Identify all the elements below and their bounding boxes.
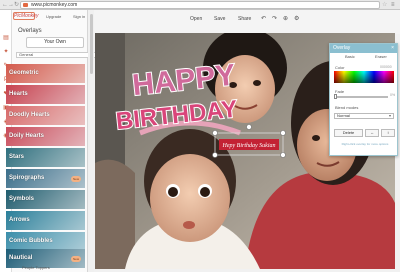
editor-toolbar: Open Save Share ↶ ↷ ⊕ ⚙ (94, 10, 400, 34)
flip-vertical-icon[interactable]: ↕ (381, 129, 395, 137)
share-button[interactable]: Share (238, 14, 251, 24)
upgrade-link[interactable]: Upgrade (46, 14, 61, 19)
save-button[interactable]: Save (214, 14, 225, 24)
tab-eraser[interactable]: Eraser (375, 54, 387, 59)
flip-horizontal-icon[interactable]: ↔ (365, 129, 379, 137)
blend-mode-value: Normal (337, 113, 350, 118)
resize-handle[interactable] (280, 130, 286, 136)
effects-tool-icon[interactable]: ✦ (2, 48, 10, 56)
panel-scrollbar[interactable] (90, 14, 93, 74)
overlay-window-title: Overlay (333, 45, 351, 51)
color-spectrum-picker[interactable] (334, 71, 394, 83)
overlay-category-label: Comic Bubbles (9, 238, 53, 244)
overlay-category-label: Hearts (9, 91, 28, 97)
blend-mode-select[interactable]: Normal ▾ (334, 113, 394, 119)
open-button[interactable]: Open (190, 14, 202, 24)
signin-link[interactable]: Sign in (73, 14, 85, 19)
color-hex-value[interactable]: 000000 (380, 65, 392, 69)
fade-slider-track[interactable] (334, 96, 388, 98)
overlay-category-label: Nautical (9, 255, 33, 261)
your-own-button[interactable]: Your Own (26, 37, 84, 48)
bookmark-star-icon[interactable]: ☆ (382, 1, 387, 9)
undo-icon[interactable]: ↶ (261, 14, 266, 24)
overlay-category-symbols[interactable]: Symbols (6, 190, 85, 209)
overlay-category-stars[interactable]: Stars (6, 148, 85, 167)
overlay-category-hearts[interactable]: Hearts (6, 85, 85, 104)
browser-menu-icon[interactable]: ≡ (391, 1, 395, 9)
settings-icon[interactable]: ⚙ (294, 14, 299, 24)
overlay-category-label: Doodly Hearts (9, 112, 50, 118)
panel-title: Overlays (18, 28, 42, 34)
reload-icon[interactable]: ↻ (14, 1, 19, 9)
people-toppers-label[interactable]: People Toppers (22, 265, 50, 270)
new-badge: New (71, 256, 81, 262)
resize-handle[interactable] (212, 152, 218, 158)
picmonkey-logo[interactable]: PicMonkey (13, 12, 38, 20)
color-label: Color (335, 65, 345, 70)
banner-text: Hepy Birthday Sukian (222, 143, 276, 149)
overlay-category-geometric[interactable]: Geometric (6, 64, 85, 83)
overlay-category-label: Symbols (9, 196, 35, 202)
crop-tool-icon[interactable]: ▤ (2, 34, 10, 42)
overlay-category-label: Spirographs (9, 175, 45, 181)
fade-slider-handle[interactable] (334, 94, 337, 99)
fade-value: 0% (390, 93, 396, 97)
overlay-category-label: Arrows (9, 217, 30, 223)
overlay-category-label: Doily Hearts (9, 133, 45, 139)
overlay-category-label: Geometric (9, 70, 39, 76)
blend-modes-label: Blend modes (335, 105, 359, 110)
resize-handle[interactable] (212, 130, 218, 136)
overlay-category-spirographs[interactable]: Spirographs New (6, 169, 85, 188)
resize-handle[interactable] (280, 152, 286, 158)
category-select-value: General (19, 52, 34, 57)
new-badge: New (71, 176, 81, 182)
browser-chrome: ← → ↻ www.picmonkey.com ☆ ≡ (0, 0, 400, 10)
chevron-down-icon: ▾ (388, 113, 391, 118)
url-text: www.picmonkey.com (31, 2, 78, 8)
tab-basic[interactable]: Basic (345, 54, 355, 59)
overlay-category-arrows[interactable]: Arrows (6, 211, 85, 230)
redo-icon[interactable]: ↷ (272, 14, 277, 24)
rotate-handle[interactable] (246, 124, 252, 130)
delete-button[interactable]: Delete (334, 129, 363, 137)
zoom-icon[interactable]: ⊕ (283, 14, 288, 24)
overlay-category-doily-hearts[interactable]: Doily Hearts (6, 127, 85, 146)
overlay-window-header[interactable]: Overlay × (330, 44, 397, 53)
overlay-hint-text: Right-click overlay for more options (341, 142, 389, 146)
overlay-settings-window: Overlay × Basic Eraser Color 000000 Fade… (329, 43, 398, 156)
address-bar[interactable]: www.picmonkey.com (20, 1, 380, 9)
overlay-category-doodly-hearts[interactable]: Doodly Hearts (6, 106, 85, 125)
category-select[interactable]: General ▾ (16, 52, 96, 58)
overlay-category-label: Stars (9, 154, 25, 160)
close-icon[interactable]: × (391, 44, 394, 53)
site-favicon-icon (23, 3, 28, 7)
